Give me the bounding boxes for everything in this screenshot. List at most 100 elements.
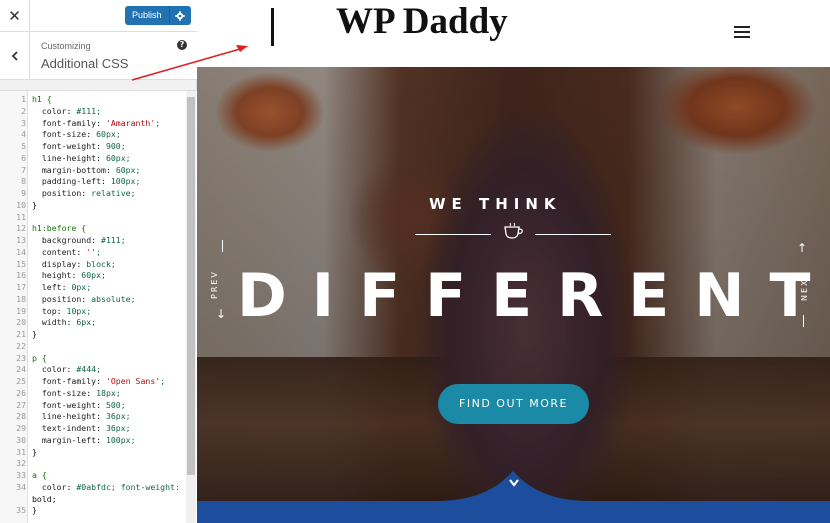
code-line[interactable]: 11	[0, 212, 186, 224]
arrow-down-icon[interactable]: ↓	[216, 307, 226, 321]
line-number: 32	[16, 458, 26, 469]
chevron-down-icon[interactable]	[508, 478, 520, 488]
prev-label[interactable]: PREV	[210, 270, 219, 299]
code-line[interactable]: 25 font-family: 'Open Sans';	[0, 376, 186, 388]
close-icon: ✕	[8, 7, 21, 25]
line-number: 11	[16, 211, 26, 222]
code-text: a {	[32, 470, 47, 480]
code-line[interactable]: 2 color: #111;	[0, 106, 186, 118]
code-text: line-height: 60px;	[41, 152, 131, 163]
site-title[interactable]: WP Daddy	[336, 0, 508, 43]
code-line[interactable]: 28 line-height: 36px;	[0, 411, 186, 423]
code-line[interactable]: 20 width: 6px;	[0, 317, 186, 329]
line-number: 19	[16, 305, 26, 316]
code-text: background: #111;	[41, 235, 126, 245]
hamburger-menu-icon[interactable]	[734, 26, 750, 38]
code-line[interactable]: 14 content: '';	[0, 247, 186, 259]
line-number: 9	[21, 188, 26, 198]
line-number: 18	[16, 293, 26, 304]
code-line[interactable]: 27 font-weight: 500;	[0, 400, 186, 412]
code-line[interactable]: 23 p {	[0, 353, 186, 365]
line-number: 3	[21, 117, 26, 128]
line-number: 5	[21, 141, 26, 151]
editor-scrollbar-thumb[interactable]	[187, 97, 195, 475]
code-line[interactable]: 4 font-size: 60px;	[0, 129, 186, 141]
code-text: font-family: 'Amaranth';	[41, 117, 161, 128]
line-number: 13	[16, 235, 26, 245]
code-line[interactable]: 18 position: absolute;	[0, 294, 186, 306]
line-number: 10	[16, 199, 26, 210]
back-button[interactable]	[0, 32, 30, 80]
code-line[interactable]: 15 display: block;	[0, 259, 186, 271]
next-label[interactable]: NEXT	[800, 272, 809, 301]
line-number: 15	[16, 258, 26, 269]
code-line[interactable]: 26 font-size: 18px;	[0, 388, 186, 400]
code-line[interactable]: 24 color: #444;	[0, 364, 186, 376]
code-text: }	[32, 446, 37, 457]
line-number: 26	[16, 387, 26, 398]
code-text: font-weight: 500;	[41, 399, 126, 410]
coffee-cup-icon	[504, 222, 523, 239]
code-lines: 1 h1 {2 color: #111; 3 font-family: 'Amara…	[0, 94, 186, 517]
divider-line-left	[415, 234, 491, 235]
arrow-up-icon[interactable]: ↑	[797, 241, 807, 255]
line-number: 16	[16, 270, 26, 281]
customizer-header: ✕ Publish	[0, 0, 197, 32]
code-line[interactable]: 10}	[0, 200, 186, 212]
code-text: font-family: 'Open Sans';	[41, 376, 166, 386]
line-number: 24	[16, 364, 26, 375]
code-line[interactable]: 31}	[0, 447, 186, 459]
publish-settings-button[interactable]	[168, 6, 191, 25]
next-line	[803, 315, 804, 327]
line-number: 25	[16, 376, 26, 386]
code-line[interactable]: 33 a {	[0, 470, 186, 482]
line-number: 12	[16, 223, 26, 234]
hero-eyebrow: WE THINK	[429, 195, 562, 213]
code-line[interactable]: 21}	[0, 329, 186, 341]
close-button[interactable]: ✕	[0, 0, 30, 32]
code-line[interactable]: 1 h1 {	[0, 94, 186, 106]
css-code-editor[interactable]: 1 h1 {2 color: #111; 3 font-family: 'Amara…	[0, 90, 197, 523]
code-line[interactable]: 17 left: 0px;	[0, 282, 186, 294]
code-text: position: relative;	[41, 188, 136, 198]
line-number: 20	[16, 317, 26, 328]
code-text: position: absolute;	[41, 293, 136, 304]
line-number: 21	[16, 329, 26, 339]
code-line[interactable]: 3 font-family: 'Amaranth';	[0, 118, 186, 130]
code-line[interactable]: 22	[0, 341, 186, 353]
code-line[interactable]: 13 background: #111;	[0, 235, 186, 247]
code-line[interactable]: 5 font-weight: 900;	[0, 141, 186, 153]
hero-slider: WE THINK DIFFERENT PREV ↓ ↑ NEXT FIND OU…	[197, 67, 830, 523]
gear-icon	[175, 10, 185, 21]
line-number: 2	[21, 105, 26, 116]
code-text: margin-bottom: 60px;	[41, 164, 141, 175]
code-text: bold;	[32, 493, 57, 504]
help-icon[interactable]: ?	[177, 40, 187, 50]
find-out-more-button[interactable]: FIND OUT MORE	[438, 384, 589, 424]
code-line[interactable]: 12 h1:before {	[0, 223, 186, 235]
code-text: color: #0abfdc; font-weight:	[41, 481, 180, 492]
line-number: 29	[16, 423, 26, 433]
code-line[interactable]: 16 height: 60px;	[0, 270, 186, 282]
divider-line-right	[535, 234, 611, 235]
code-line[interactable]: 8 padding-left: 100px;	[0, 176, 186, 188]
line-number: 33	[16, 470, 26, 480]
line-number: 14	[16, 246, 26, 257]
code-line[interactable]: 7 margin-bottom: 60px;	[0, 165, 186, 177]
code-text: display: block;	[41, 258, 116, 269]
code-line[interactable]: 29 text-indent: 36px;	[0, 423, 186, 435]
section-header: Customizing Additional CSS ?	[0, 32, 197, 80]
code-line[interactable]: 35}	[0, 505, 186, 517]
hero-headline: DIFFERENT	[237, 261, 830, 331]
code-line[interactable]: 30 margin-left: 100px;	[0, 435, 186, 447]
code-text: padding-left: 100px;	[41, 176, 141, 187]
code-text: line-height: 36px;	[41, 411, 131, 422]
code-line[interactable]: 19 top: 10px;	[0, 306, 186, 318]
code-line[interactable]: 9 position: relative;	[0, 188, 186, 200]
code-line[interactable]: 6 line-height: 60px;	[0, 153, 186, 165]
line-number: 1	[21, 94, 26, 104]
code-line[interactable]: 34 color: #0abfdc; font-weight:	[0, 482, 186, 494]
code-line[interactable]: 32	[0, 458, 186, 470]
publish-button[interactable]: Publish	[125, 6, 169, 25]
code-line[interactable]: bold;	[0, 494, 186, 506]
